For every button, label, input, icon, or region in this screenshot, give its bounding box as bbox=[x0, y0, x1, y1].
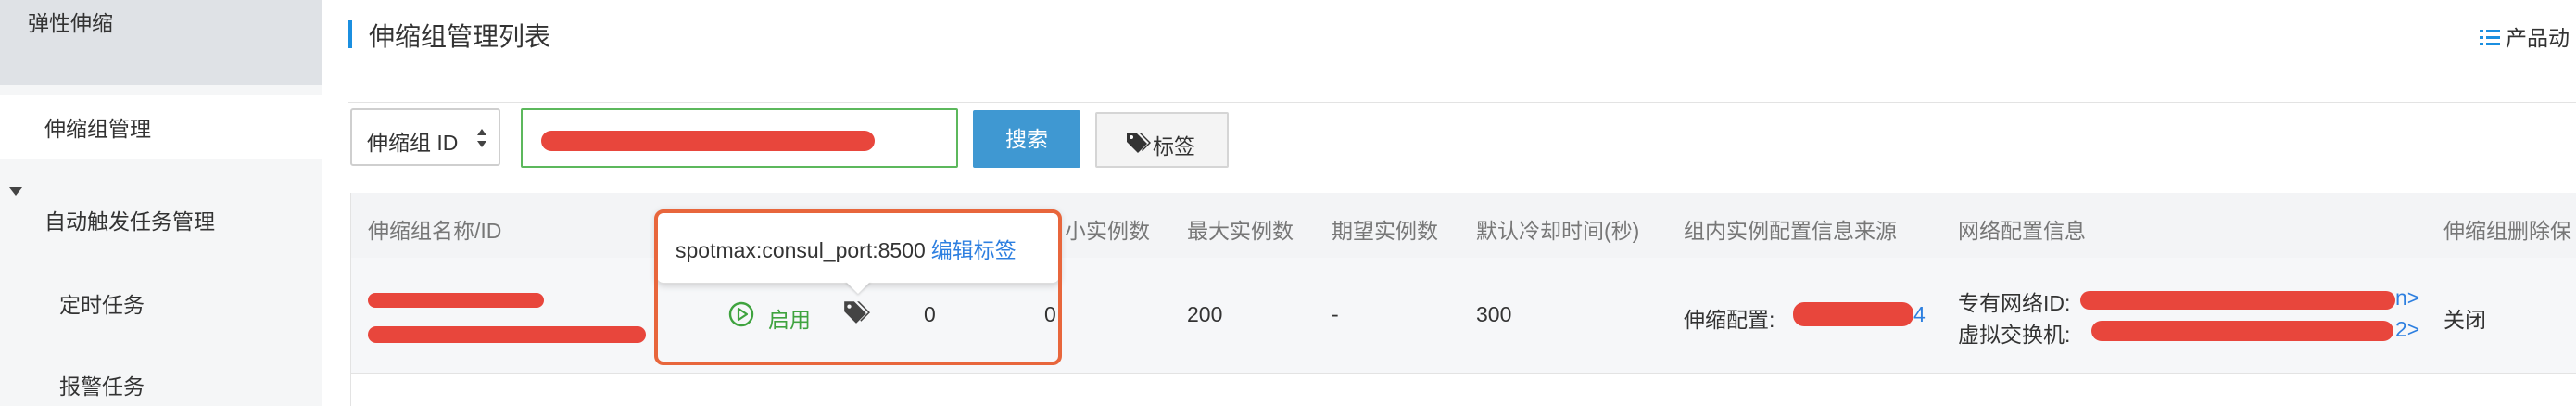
search-input[interactable] bbox=[521, 108, 958, 168]
tag-filter-button[interactable]: 标签 bbox=[1095, 112, 1229, 168]
vswitch-label: 虚拟交换机: bbox=[1958, 323, 2071, 347]
column-header-desired: 期望实例数 bbox=[1332, 219, 1438, 243]
tooltip-arrow bbox=[845, 281, 871, 294]
column-header-name-id: 伸缩组名称/ID bbox=[368, 219, 502, 243]
config-source-label: 伸缩配置: bbox=[1684, 308, 1775, 332]
sidebar-header: 弹性伸缩 bbox=[0, 0, 322, 85]
redacted-vpc-id[interactable] bbox=[2080, 291, 2395, 310]
sidebar-item-auto-task[interactable]: 自动触发任务管理 bbox=[44, 204, 215, 235]
max-instances-value: 200 bbox=[1187, 302, 1223, 326]
vpc-label: 专有网络ID: bbox=[1958, 291, 2071, 315]
redacted-config-link[interactable] bbox=[1793, 302, 1913, 326]
delete-protection-value: 关闭 bbox=[2443, 308, 2486, 332]
tags-icon bbox=[1127, 133, 1151, 153]
search-field-select[interactable]: 伸缩组 ID bbox=[350, 108, 500, 166]
header-divider bbox=[348, 102, 2576, 103]
column-header-max: 最大实例数 bbox=[1187, 219, 1294, 243]
sidebar: 弹性伸缩 伸缩组管理 自动触发任务管理 定时任务 报警任务 bbox=[0, 0, 322, 406]
tag-tooltip: spotmax:consul_port:8500 编辑标签 bbox=[656, 209, 1060, 284]
page-title: 伸缩组管理列表 bbox=[369, 22, 551, 51]
tooltip-content: spotmax:consul_port:8500 编辑标签 bbox=[676, 233, 1017, 264]
sidebar-item-scaling-group[interactable]: 伸缩组管理 bbox=[0, 95, 322, 159]
column-header-min: 小实例数 bbox=[1065, 219, 1150, 243]
column-header-cooldown: 默认冷却时间(秒) bbox=[1476, 219, 1640, 243]
config-link-tail[interactable]: 4 bbox=[1913, 302, 1926, 327]
sidebar-item-scheduled-task[interactable]: 定时任务 bbox=[59, 287, 145, 319]
edit-tags-link[interactable]: 编辑标签 bbox=[931, 238, 1017, 262]
tag-key-value: spotmax:consul_port:8500 bbox=[676, 238, 926, 262]
sidebar-title: 弹性伸缩 bbox=[28, 11, 113, 35]
product-link[interactable]: 产品动 bbox=[2480, 20, 2570, 52]
sidebar-item-alarm-task[interactable]: 报警任务 bbox=[59, 369, 145, 400]
caret-down-icon[interactable] bbox=[9, 187, 22, 196]
search-button[interactable]: 搜索 bbox=[973, 110, 1080, 168]
desired-instances-value: - bbox=[1332, 302, 1339, 326]
status-label: 启用 bbox=[768, 308, 811, 332]
tags-icon[interactable] bbox=[842, 298, 870, 324]
redacted-group-name[interactable] bbox=[368, 293, 544, 308]
vpc-link-tail[interactable]: n> bbox=[2395, 285, 2419, 311]
current-instances-value: 0 bbox=[1044, 302, 1056, 326]
play-circle-icon bbox=[728, 301, 754, 327]
column-header-delete-protection: 伸缩组删除保 bbox=[2443, 219, 2571, 243]
redacted-search-value bbox=[541, 131, 875, 151]
list-icon bbox=[2480, 27, 2500, 52]
vswitch-link-tail[interactable]: 2> bbox=[2395, 317, 2419, 342]
column-header-config-source: 组内实例配置信息来源 bbox=[1684, 219, 1897, 243]
redacted-group-id[interactable] bbox=[368, 326, 646, 343]
select-arrows-icon bbox=[477, 129, 486, 147]
min-instances-value: 0 bbox=[924, 302, 936, 326]
search-field-label: 伸缩组 ID bbox=[367, 131, 459, 155]
title-accent-bar bbox=[348, 20, 352, 48]
cooldown-value: 300 bbox=[1476, 302, 1512, 326]
redacted-vswitch-id[interactable] bbox=[2091, 321, 2393, 341]
sidebar-item-label: 伸缩组管理 bbox=[44, 117, 151, 141]
column-header-network: 网络配置信息 bbox=[1958, 219, 2086, 243]
product-link-label: 产品动 bbox=[2506, 26, 2570, 50]
tag-filter-label: 标签 bbox=[1153, 134, 1195, 159]
